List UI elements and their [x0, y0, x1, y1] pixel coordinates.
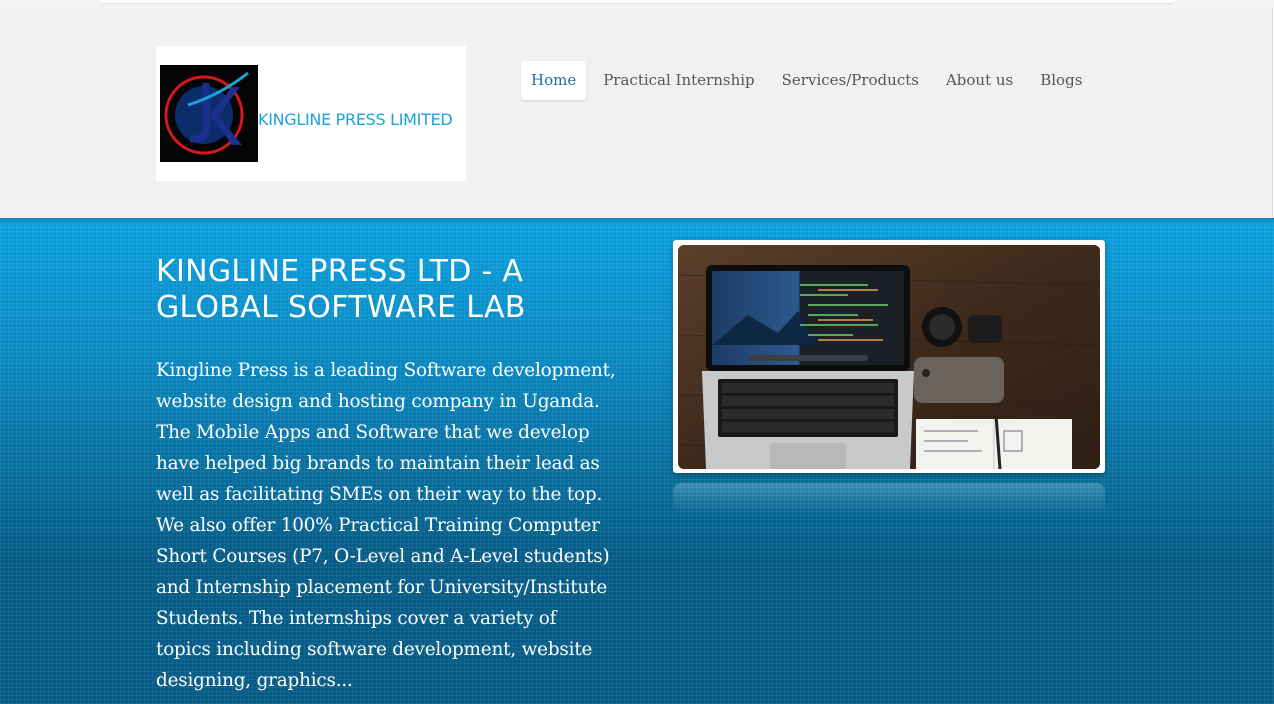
nav-item-about-us[interactable]: About us — [936, 61, 1023, 100]
main-nav: Home Practical Internship Services/Produ… — [521, 61, 1099, 100]
hero-description: Kingline Press is a leading Software dev… — [156, 360, 616, 691]
browser-top-strip — [0, 0, 1274, 8]
hero-top-shadow — [0, 218, 1274, 224]
top-scroll-bar — [100, 0, 1175, 3]
kingline-jk-emblem-icon — [160, 65, 258, 162]
hero-image-frame — [673, 240, 1105, 473]
nav-item-services-products[interactable]: Services/Products — [772, 61, 929, 100]
hero-title: KINGLINE PRESS LTD - A GLOBAL SOFTWARE L… — [156, 254, 526, 325]
nav-item-blogs[interactable]: Blogs — [1030, 61, 1092, 100]
laptop-workspace-photo — [678, 245, 1100, 469]
site-header: KINGLINE PRESS LIMITED Home Practical In… — [0, 8, 1273, 218]
nav-item-home[interactable]: Home — [521, 61, 587, 100]
site-logo[interactable]: KINGLINE PRESS LIMITED — [156, 46, 466, 181]
logo-text: KINGLINE PRESS LIMITED — [258, 110, 453, 129]
nav-item-practical-internship[interactable]: Practical Internship — [593, 61, 764, 100]
hero-section: KINGLINE PRESS LTD - A GLOBAL SOFTWARE L… — [0, 218, 1274, 704]
image-reflection — [673, 483, 1105, 513]
